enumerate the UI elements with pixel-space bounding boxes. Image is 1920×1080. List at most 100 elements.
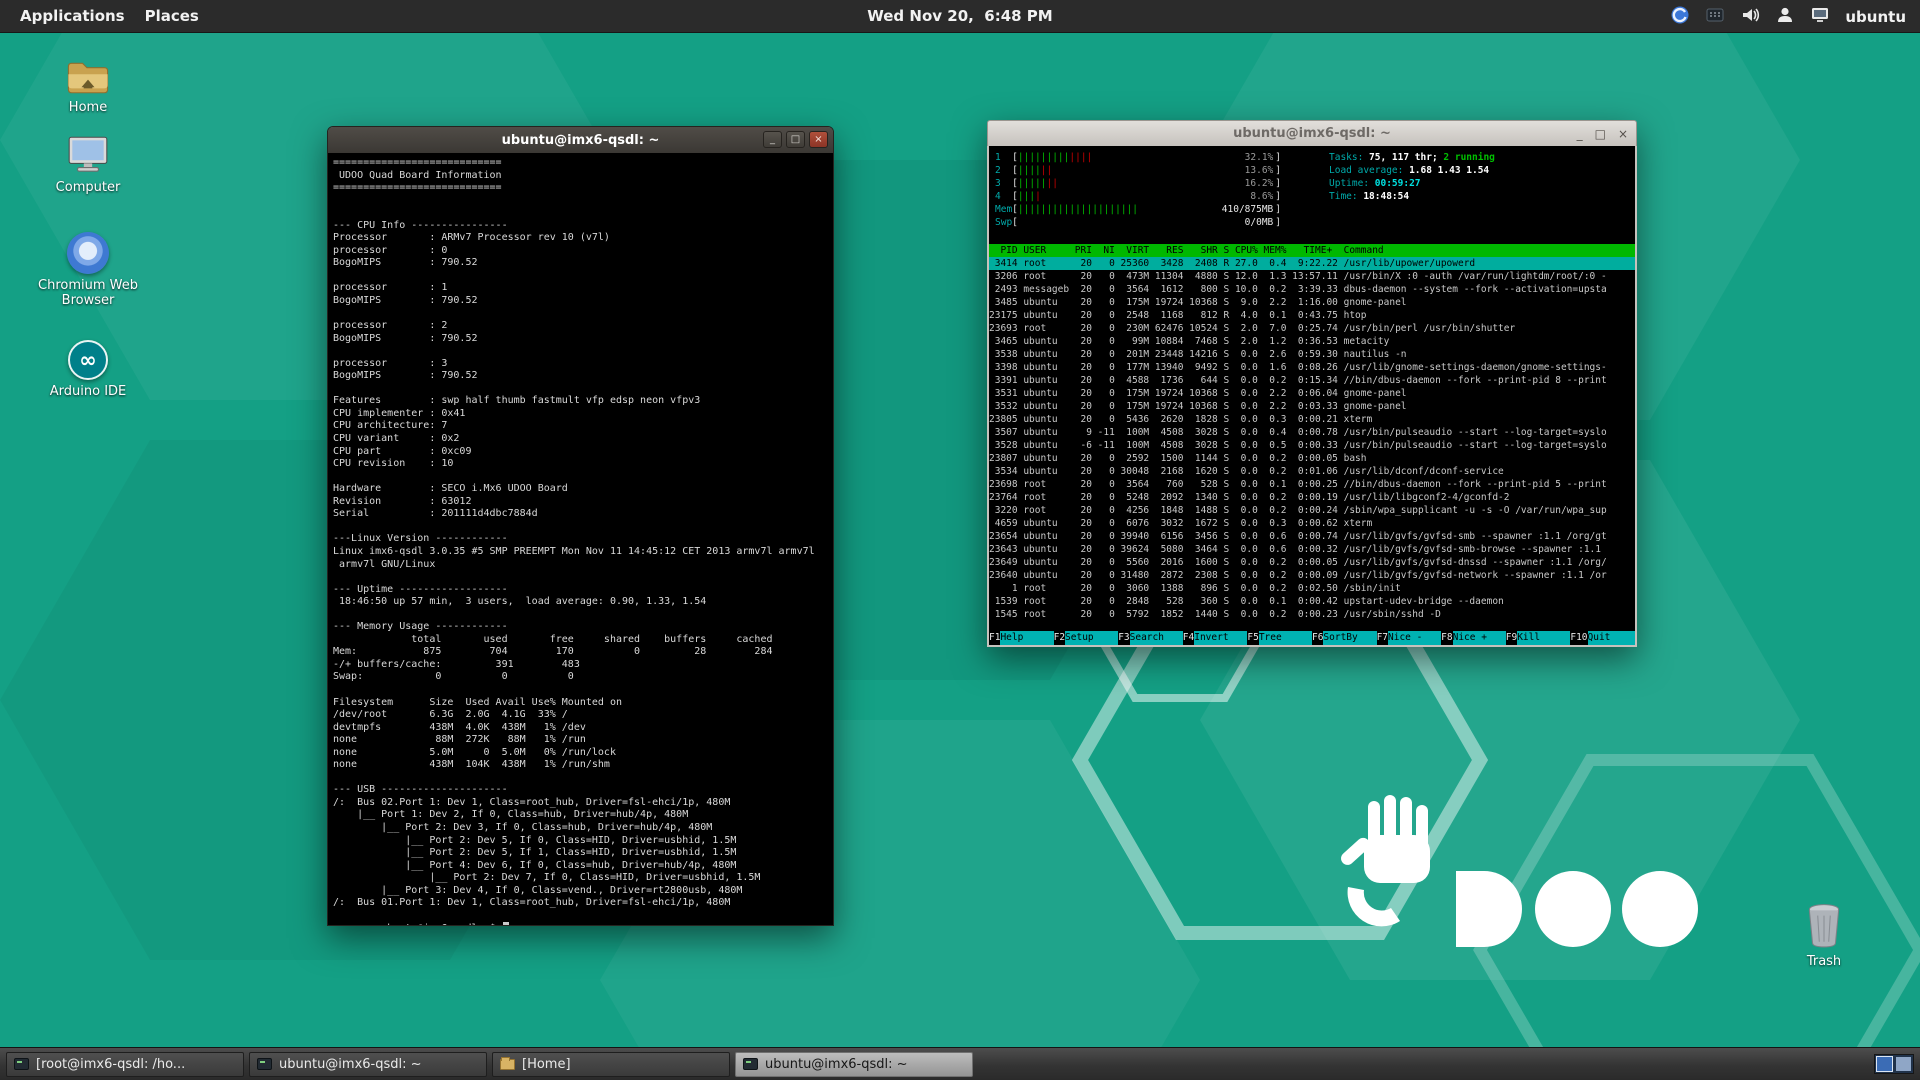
desktop-icon-arduino[interactable]: ∞ Arduino IDE	[26, 336, 150, 399]
minimize-button[interactable]: _	[1577, 128, 1583, 140]
session-monitor-icon[interactable]	[1810, 6, 1830, 28]
workspace-2[interactable]	[1896, 1057, 1911, 1071]
terminal-line: |__ Port 4: Dev 6, If 0, Class=hub, Driv…	[333, 860, 828, 873]
folder-icon	[500, 1059, 515, 1070]
process-row[interactable]: 23640 ubuntu 20 0 31480 2872 2308 S 0.0 …	[989, 569, 1635, 582]
close-button[interactable]: ×	[1618, 128, 1628, 140]
terminal-line: Swap: 0 0 0	[333, 671, 828, 684]
process-row[interactable]: 3485 ubuntu 20 0 175M 19724 10368 S 9.0 …	[989, 296, 1635, 309]
process-row[interactable]: 3534 ubuntu 20 0 30048 2168 1620 S 0.0 0…	[989, 465, 1635, 478]
terminal-line: none 438M 104K 438M 1% /run/shm	[333, 759, 828, 772]
process-row[interactable]: 23654 ubuntu 20 0 39940 6156 3456 S 0.0 …	[989, 530, 1635, 543]
terminal-line	[333, 383, 828, 396]
minimize-button[interactable]: _	[763, 131, 782, 148]
session-username[interactable]: ubuntu	[1845, 8, 1906, 26]
function-key: F10Quit	[1570, 631, 1635, 645]
process-row[interactable]: 3206 root 20 0 473M 11304 4880 S 12.0 1.…	[989, 270, 1635, 283]
terminal-line: CPU implementer : 0x41	[333, 408, 828, 421]
terminal-line: --- CPU Info ----------------	[333, 220, 828, 233]
process-row[interactable]: 3538 ubuntu 20 0 201M 23448 14216 S 0.0 …	[989, 348, 1635, 361]
workspace-1[interactable]	[1877, 1057, 1892, 1071]
function-key: F7Nice -	[1377, 631, 1442, 645]
process-row[interactable]: 23643 ubuntu 20 0 39624 5080 3464 S 0.0 …	[989, 543, 1635, 556]
terminal-line: Serial : 201111d4dbc7884d	[333, 508, 828, 521]
process-row[interactable]: 3465 ubuntu 20 0 99M 10884 7468 S 2.0 1.…	[989, 335, 1635, 348]
taskbar-window-button-4[interactable]: ubuntu@imx6-qsdl: ~	[735, 1052, 973, 1077]
taskbar-window-button-3[interactable]: [Home]	[492, 1052, 730, 1077]
close-button[interactable]: ×	[809, 131, 828, 148]
taskbar-window-button-2[interactable]: ubuntu@imx6-qsdl: ~	[249, 1052, 487, 1077]
chromium-icon	[26, 230, 150, 274]
home-folder-icon	[26, 52, 150, 96]
terminal-line: Linux imx6-qsdl 3.0.35 #5 SMP PREEMPT Mo…	[333, 546, 828, 559]
process-row[interactable]: 23805 ubuntu 20 0 5436 2620 1828 S 0.0 0…	[989, 413, 1635, 426]
process-table-header[interactable]: PID USER PRI NI VIRT RES SHR S CPU% MEM%…	[989, 244, 1635, 257]
volume-icon[interactable]	[1740, 5, 1760, 29]
terminal-prompt-line: ubuntu@imx6-qsdl:~$	[333, 910, 828, 923]
terminal-line: |__ Port 2: Dev 5, If 0, Class=HID, Driv…	[333, 835, 828, 848]
taskbar-button-label: ubuntu@imx6-qsdl: ~	[279, 1057, 422, 1072]
terminal-line: Mem: 875 704 170 0 28 284	[333, 646, 828, 659]
user-icon[interactable]	[1775, 5, 1795, 29]
terminal-line	[333, 471, 828, 484]
process-row[interactable]: 3391 ubuntu 20 0 4588 1736 644 S 0.0 0.2…	[989, 374, 1635, 387]
terminal-output[interactable]: ============================ UDOO Quad B…	[328, 153, 833, 925]
workspace-switcher[interactable]	[1874, 1054, 1914, 1074]
applications-menu[interactable]: Applications	[20, 7, 125, 25]
function-key: F8Nice +	[1441, 631, 1506, 645]
terminal-line: total used free shared buffers cached	[333, 634, 828, 647]
taskbar-button-label: [root@imx6-qsdl: /ho...	[36, 1057, 185, 1072]
process-row[interactable]: 3532 ubuntu 20 0 175M 19724 10368 S 0.0 …	[989, 400, 1635, 413]
process-row[interactable]: 3398 ubuntu 20 0 177M 13940 9492 S 0.0 1…	[989, 361, 1635, 374]
terminal-line	[333, 195, 828, 208]
process-row[interactable]: 1 root 20 0 3060 1388 896 S 0.0 0.2 0:02…	[989, 582, 1635, 595]
keyboard-indicator-icon[interactable]	[1705, 5, 1725, 29]
desktop-icon-home[interactable]: Home	[26, 52, 150, 115]
process-row[interactable]: 1545 root 20 0 5792 1852 1440 S 0.0 0.2 …	[989, 608, 1635, 621]
window-titlebar[interactable]: ubuntu@imx6-qsdl: ~ _ □ ×	[328, 127, 833, 153]
process-row[interactable]: 2493 messageb 20 0 3564 1612 800 S 10.0 …	[989, 283, 1635, 296]
prompt-text: ubuntu@imx6-qsdl:~$	[381, 923, 501, 925]
terminal-line: processor : 3	[333, 358, 828, 371]
function-key: F3Search	[1118, 631, 1183, 645]
indicator-applet-icon[interactable]	[1670, 5, 1690, 29]
process-row[interactable]: 3220 root 20 0 4256 1848 1488 S 0.0 0.2 …	[989, 504, 1635, 517]
terminal-window-udoo-info: ubuntu@imx6-qsdl: ~ _ □ × ==============…	[327, 126, 834, 926]
terminal-line: none 5.0M 0 5.0M 0% /run/lock	[333, 747, 828, 760]
cpu-meter: 1[|||||||||||||32.1%]	[995, 151, 1635, 164]
terminal-line: /: Bus 01.Port 1: Dev 1, Class=root_hub,…	[333, 897, 828, 910]
process-row[interactable]: 3414 root 20 0 25360 3428 2408 R 27.0 0.…	[989, 257, 1635, 270]
desktop-icon-trash[interactable]: Trash	[1778, 902, 1870, 969]
process-row[interactable]: 23175 ubuntu 20 0 2548 1168 812 R 4.0 0.…	[989, 309, 1635, 322]
process-row[interactable]: 4659 ubuntu 20 0 6076 3032 1672 S 0.0 0.…	[989, 517, 1635, 530]
cpu-meter: 2[||||||13.6%]	[995, 164, 1635, 177]
process-row[interactable]: 23649 ubuntu 20 0 5560 2016 1600 S 0.0 0…	[989, 556, 1635, 569]
window-title: ubuntu@imx6-qsdl: ~	[502, 133, 660, 148]
process-row[interactable]: 3507 ubuntu 9 -11 100M 4508 3028 S 0.0 0…	[989, 426, 1635, 439]
window-controls: _ □ ×	[1577, 121, 1628, 147]
process-table[interactable]: 3414 root 20 0 25360 3428 2408 R 27.0 0.…	[989, 257, 1635, 621]
process-row[interactable]: 3531 ubuntu 20 0 175M 19724 10368 S 0.0 …	[989, 387, 1635, 400]
desktop-icon-chromium[interactable]: Chromium Web Browser	[26, 230, 150, 308]
maximize-button[interactable]: □	[786, 131, 805, 148]
process-row[interactable]: 3528 ubuntu -6 -11 100M 4508 3028 S 0.0 …	[989, 439, 1635, 452]
function-key: F5Tree	[1247, 631, 1312, 645]
cpu-meter: 3[|||||||16.2%]	[995, 177, 1635, 190]
cpu-meter: 4[||||8.6%]	[995, 190, 1635, 203]
desktop-icon-label: Home	[26, 100, 150, 115]
window-titlebar[interactable]: ubuntu@imx6-qsdl: ~ _ □ ×	[987, 120, 1637, 146]
desktop-screen: Applications Places Wed Nov 20, 6:48 PM …	[0, 0, 1920, 1080]
process-row[interactable]: 23807 ubuntu 20 0 2592 1500 1144 S 0.0 0…	[989, 452, 1635, 465]
panel-clock[interactable]: Wed Nov 20, 6:48 PM	[830, 7, 1090, 25]
taskbar-window-button-1[interactable]: [root@imx6-qsdl: /ho...	[6, 1052, 244, 1077]
terminal-line: |__ Port 2: Dev 5, If 1, Class=HID, Driv…	[333, 847, 828, 860]
process-row[interactable]: 1539 root 20 0 2848 528 360 S 0.0 0.1 0:…	[989, 595, 1635, 608]
process-row[interactable]: 23698 root 20 0 3564 760 528 S 0.0 0.1 0…	[989, 478, 1635, 491]
places-menu[interactable]: Places	[145, 7, 199, 25]
process-row[interactable]: 23693 root 20 0 230M 62476 10524 S 2.0 7…	[989, 322, 1635, 335]
terminal-line: ============================	[333, 157, 828, 170]
maximize-button[interactable]: □	[1595, 128, 1606, 140]
process-row[interactable]: 23764 root 20 0 5248 2092 1340 S 0.0 0.2…	[989, 491, 1635, 504]
htop-screen[interactable]: 1[|||||||||||||32.1%] 2[||||||13.6%] 3[|…	[987, 146, 1637, 647]
desktop-icon-computer[interactable]: Computer	[26, 132, 150, 195]
